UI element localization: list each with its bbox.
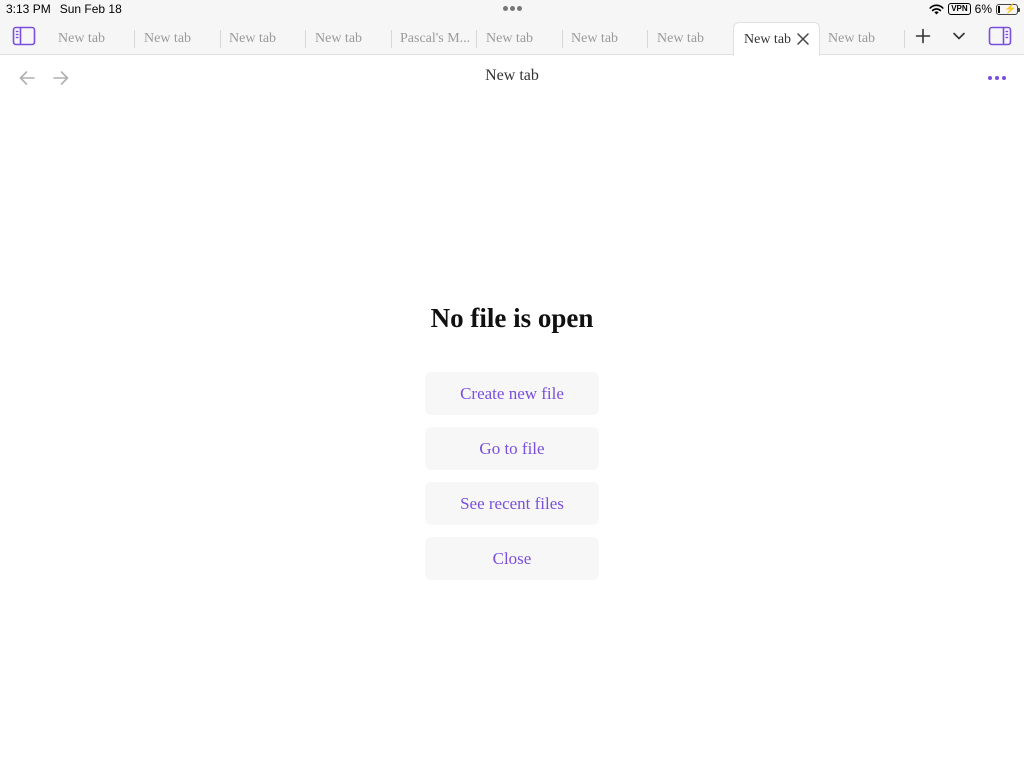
tab-2[interactable]: New tab <box>134 22 220 55</box>
status-time: 3:13 PM <box>6 2 51 16</box>
view-title: New tab <box>485 67 539 84</box>
tab-5[interactable]: Pascal's M... <box>390 22 476 55</box>
tab-1[interactable]: New tab <box>48 22 134 55</box>
tab-label: New tab <box>828 30 876 46</box>
see-recent-files-button[interactable]: See recent files <box>425 482 599 525</box>
battery-icon: ⚡ <box>996 3 1020 15</box>
battery-percent: 6% <box>974 2 992 16</box>
tab-6[interactable]: New tab <box>476 22 562 55</box>
empty-state: No file is open Create new file Go to fi… <box>0 300 1024 580</box>
tab-active[interactable]: New tab <box>733 22 820 56</box>
plus-icon[interactable] <box>910 24 936 48</box>
status-indicators: VPN 6% ⚡ <box>929 2 1020 16</box>
tab-label: New tab <box>144 30 192 46</box>
more-horizontal-icon[interactable] <box>988 76 1006 81</box>
status-date: Sun Feb 18 <box>59 2 122 16</box>
status-clock: 3:13 PM Sun Feb 18 <box>6 2 131 16</box>
tab-label: New tab <box>657 30 705 46</box>
close-button[interactable]: Close <box>425 537 599 580</box>
tab-label: New tab <box>571 30 619 46</box>
tab-8[interactable]: New tab <box>647 22 733 55</box>
vpn-badge: VPN <box>948 3 971 15</box>
tab-label: New tab <box>315 30 363 46</box>
status-bar: 3:13 PM Sun Feb 18 VPN 6% ⚡ <box>0 0 1024 18</box>
multitasking-dots-icon[interactable] <box>503 6 523 12</box>
tab-label: Pascal's M... <box>400 30 471 46</box>
empty-state-title: No file is open <box>430 303 594 333</box>
wifi-icon <box>929 4 944 14</box>
tab-bar: New tab New tab New tab New tab Pascal's… <box>0 18 1024 56</box>
tab-label: New tab <box>229 30 277 46</box>
tab-separator <box>904 30 905 48</box>
tab-4[interactable]: New tab <box>305 22 391 55</box>
go-to-file-button[interactable]: Go to file <box>425 427 599 470</box>
view-header: New tab <box>0 56 1024 100</box>
sidebar-right-icon[interactable] <box>987 24 1013 48</box>
tab-label: New tab <box>58 30 106 46</box>
tab-7[interactable]: New tab <box>561 22 647 55</box>
chevron-down-icon[interactable] <box>946 24 972 48</box>
sidebar-left-icon[interactable] <box>11 24 37 48</box>
tab-10[interactable]: New tab <box>818 22 904 55</box>
tab-label: New tab <box>486 30 534 46</box>
empty-state-actions: Create new file Go to file See recent fi… <box>425 372 599 592</box>
close-icon[interactable] <box>795 31 811 47</box>
tab-label: New tab <box>744 31 792 47</box>
create-new-file-button[interactable]: Create new file <box>425 372 599 415</box>
tab-3[interactable]: New tab <box>219 22 305 55</box>
